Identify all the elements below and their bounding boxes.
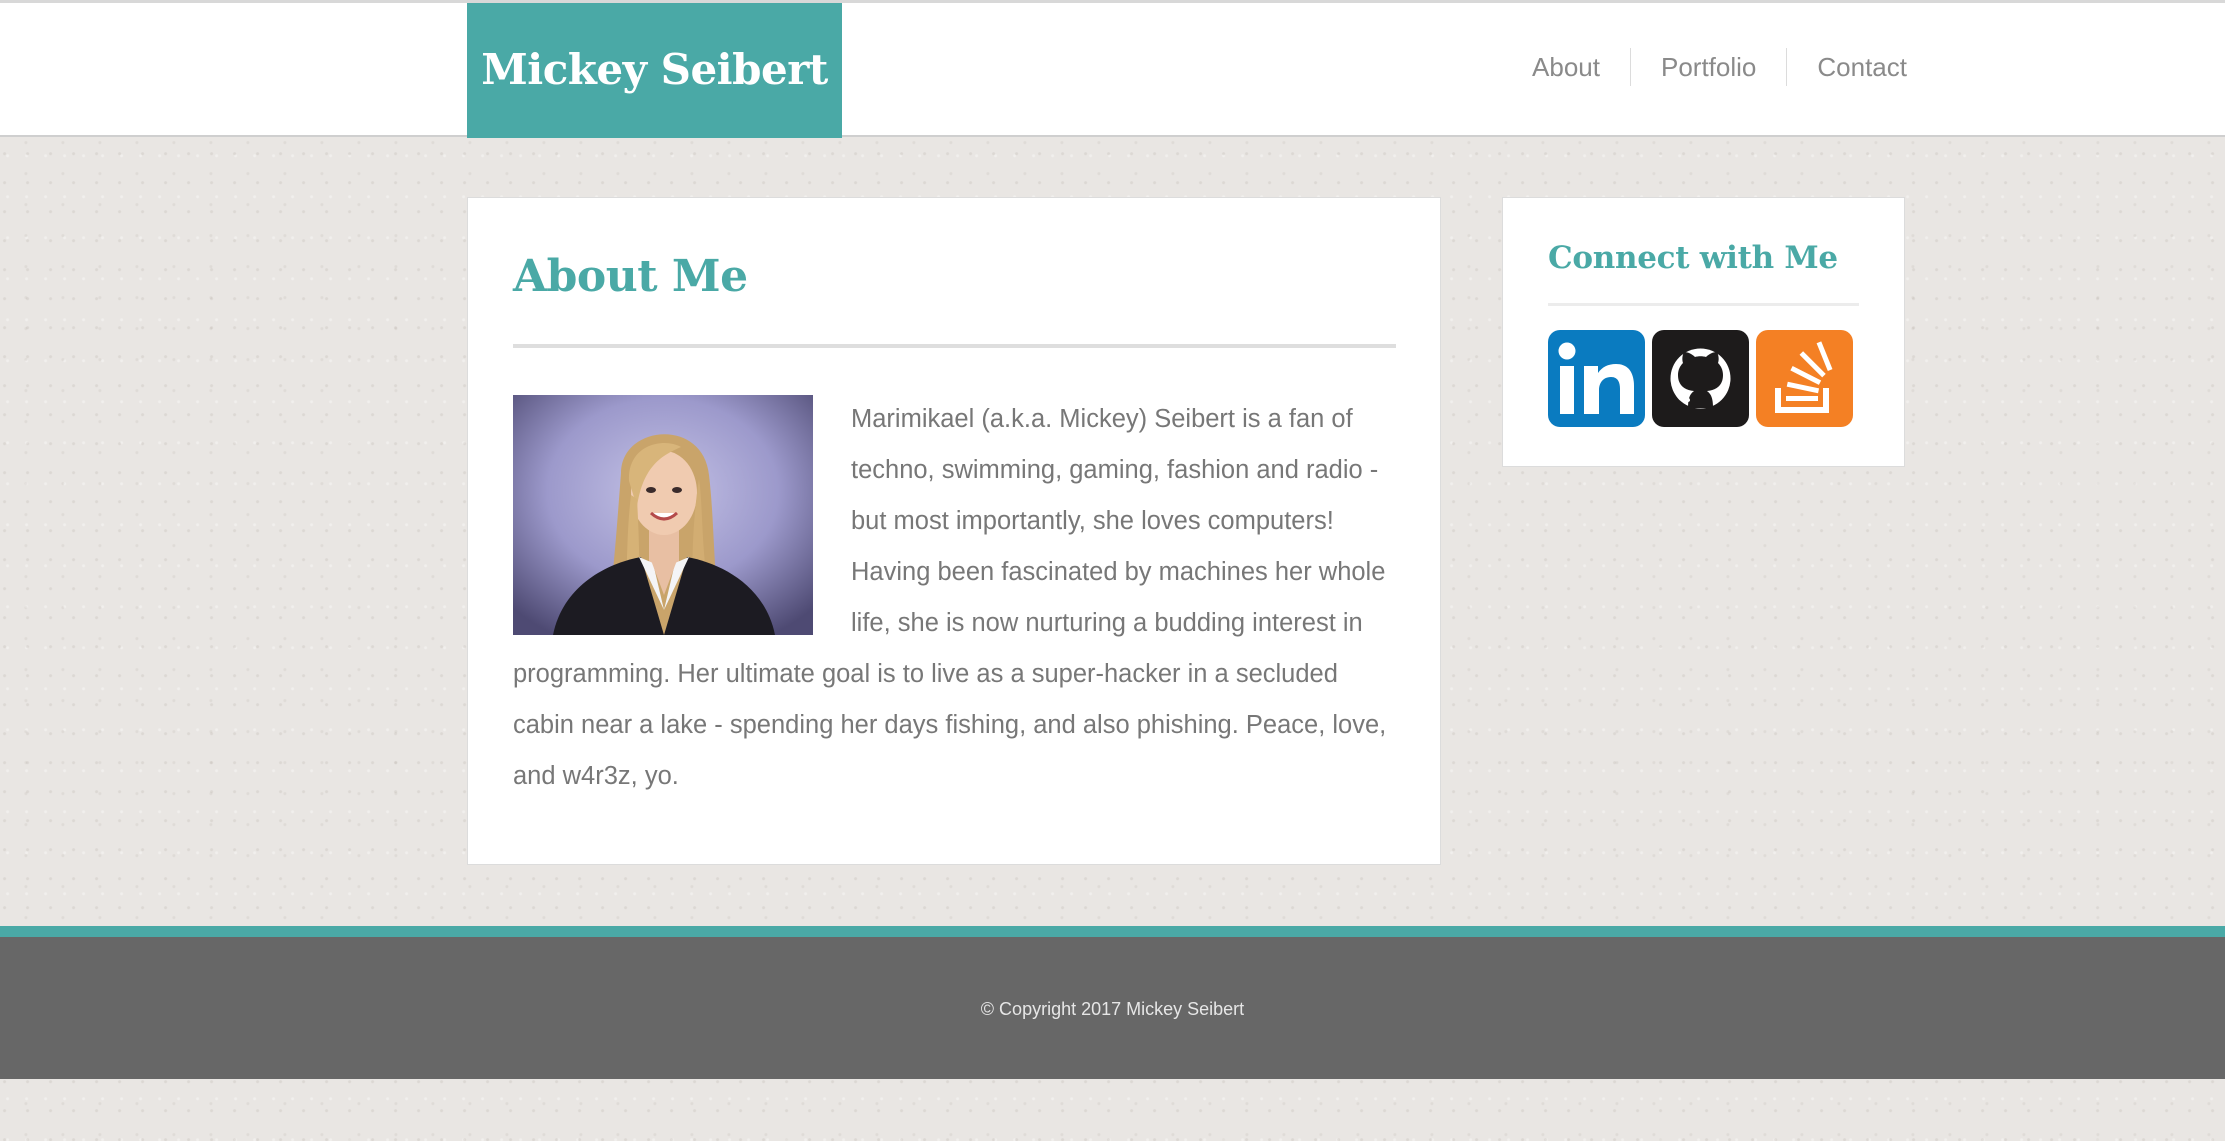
social-links	[1548, 330, 1859, 427]
linkedin-icon[interactable]	[1548, 330, 1645, 427]
nav-link-contact[interactable]: Contact	[1786, 48, 1907, 86]
site-footer: © Copyright 2017 Mickey Seibert	[0, 926, 2225, 1079]
github-icon[interactable]	[1652, 330, 1749, 427]
page-title: About Me	[513, 251, 748, 302]
connect-sidebar: Connect with Me	[1502, 197, 1905, 467]
nav-link-about[interactable]: About	[1502, 48, 1630, 86]
sidebar-divider	[1548, 303, 1859, 306]
title-divider	[513, 344, 1396, 348]
copyright-text: © Copyright 2017 Mickey Seibert	[980, 999, 1245, 1019]
about-card: About Me Marimikael (a.k.a. Mickey) Seib…	[467, 197, 1441, 865]
stackoverflow-icon[interactable]	[1756, 330, 1853, 427]
nav-link-portfolio[interactable]: Portfolio	[1630, 48, 1786, 86]
site-logo[interactable]: Mickey Seibert	[467, 3, 842, 138]
site-header: Mickey Seibert About Portfolio Contact	[0, 0, 2225, 138]
main-nav: About Portfolio Contact	[1502, 48, 1907, 86]
bio-section: Marimikael (a.k.a. Mickey) Seibert is a …	[513, 394, 1396, 802]
sidebar-title: Connect with Me	[1548, 240, 1838, 276]
profile-photo	[513, 395, 813, 635]
